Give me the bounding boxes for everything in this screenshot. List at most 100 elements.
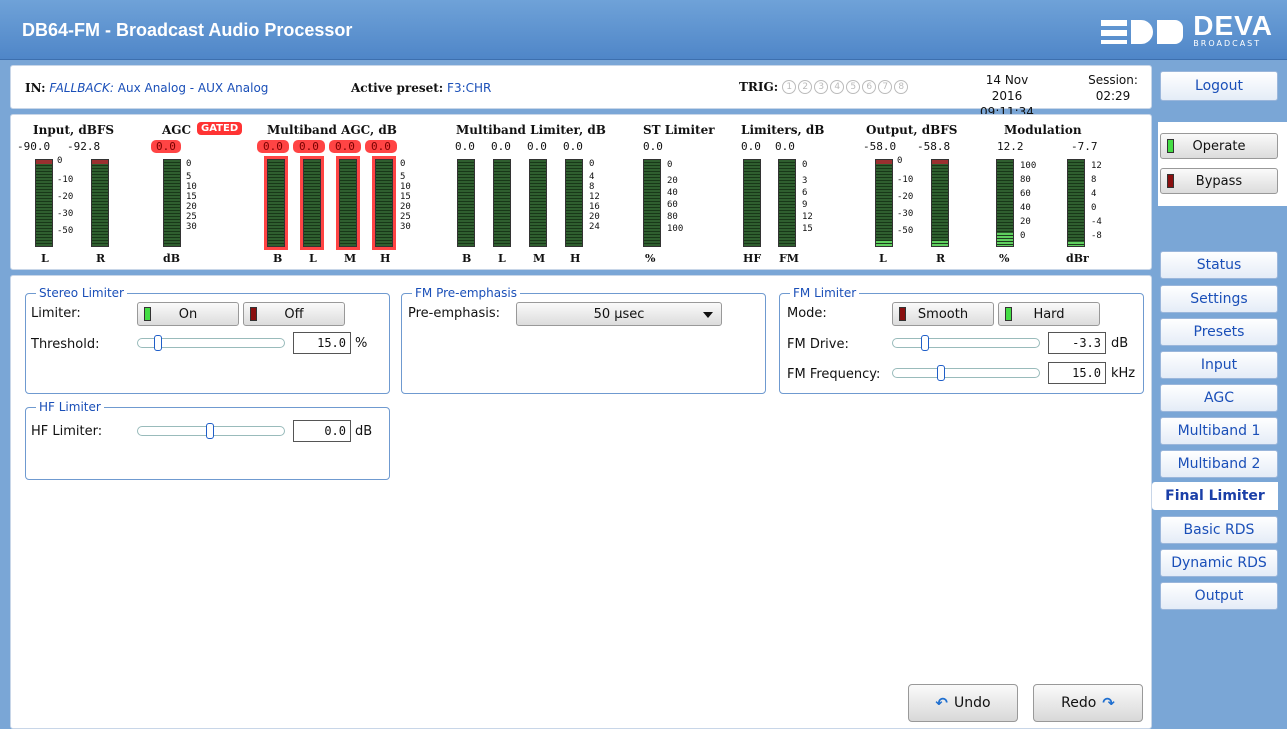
bypass-led-icon — [1167, 174, 1174, 188]
preset-label: Active preset: — [351, 81, 444, 95]
undo-button[interactable]: ↶ Undo — [908, 684, 1018, 722]
undo-icon: ↶ — [935, 694, 948, 712]
nav-settings[interactable]: Settings — [1160, 285, 1278, 313]
input-l-label: L — [41, 252, 49, 265]
operate-led-icon — [1167, 139, 1174, 153]
output-r-meter — [931, 159, 949, 247]
fm-limiter-legend: FM Limiter — [793, 286, 857, 300]
on-label: On — [178, 306, 198, 322]
input-l-value: -90.0 — [17, 140, 51, 153]
mb-lim-value: 0.0 — [563, 140, 583, 153]
input-r-label: R — [96, 252, 106, 265]
fm-frequency-slider[interactable] — [892, 365, 1040, 381]
trigger-indicators: TRIG: 1 2 3 4 5 6 7 8 — [739, 80, 909, 94]
fm-drive-slider-thumb[interactable] — [921, 335, 929, 351]
session: Session: 02:29 — [1083, 72, 1143, 104]
trig-indicator: 4 — [830, 80, 845, 94]
status-bar: IN: FALLBACK: Aux Analog - AUX Analog Ac… — [10, 65, 1152, 119]
nav-output[interactable]: Output — [1160, 582, 1278, 610]
fm-drive-slider[interactable] — [892, 335, 1040, 351]
app-header: DB64-FM - Broadcast Audio Processor DEVA… — [0, 0, 1287, 60]
mb-agc-meter-b — [267, 159, 285, 247]
st-limiter-title: ST Limiter — [643, 123, 715, 137]
limiter-label: Limiter: — [31, 306, 81, 321]
gated-badge: GATED — [197, 122, 243, 135]
trig-indicator: 8 — [894, 80, 909, 94]
output-l-value: -58.0 — [863, 140, 897, 153]
datetime: 14 Nov 2016 09:11:34 — [971, 72, 1043, 120]
hf-limiter-slider[interactable] — [137, 423, 285, 439]
hard-label: Hard — [1033, 306, 1065, 322]
nav-status[interactable]: Status — [1160, 251, 1278, 279]
bypass-label: Bypass — [1195, 173, 1243, 189]
nav-multiband-2[interactable]: Multiband 2 — [1160, 450, 1278, 478]
agc-meter — [163, 159, 181, 247]
modulation-dbr-scale: 12 8 4 0 -4 -8 — [1091, 161, 1102, 241]
st-limiter-unit: % — [645, 252, 656, 265]
logo-subtitle: BROADCAST — [1193, 38, 1262, 48]
mb-limiter-title: Multiband Limiter, dB — [456, 123, 606, 137]
redo-label: Redo — [1061, 695, 1097, 711]
fm-drive-label: FM Drive: — [787, 337, 849, 352]
limiter-off-button[interactable]: Off — [243, 302, 345, 326]
nav-input[interactable]: Input — [1160, 351, 1278, 379]
smooth-mode-button[interactable]: Smooth — [892, 302, 994, 326]
limiter-on-button[interactable]: On — [137, 302, 239, 326]
operate-button[interactable]: Operate — [1160, 133, 1278, 159]
fm-frequency-slider-thumb[interactable] — [937, 365, 945, 381]
modulation-dbr-label: dBr — [1066, 252, 1089, 265]
trig-indicator: 3 — [814, 80, 829, 94]
threshold-input[interactable]: 15.0 — [293, 332, 351, 354]
hf-limiter-input[interactable]: 0.0 — [293, 420, 351, 442]
nav-multiband-1[interactable]: Multiband 1 — [1160, 417, 1278, 445]
nav-basic-rds[interactable]: Basic RDS — [1160, 516, 1278, 544]
threshold-slider[interactable] — [137, 335, 285, 351]
trig-indicator: 7 — [878, 80, 893, 94]
bypass-button[interactable]: Bypass — [1160, 168, 1278, 194]
preemphasis-select[interactable]: 50 µsec — [516, 302, 722, 326]
fm-frequency-input[interactable]: 15.0 — [1048, 362, 1106, 384]
hf-limiter-meter — [743, 159, 761, 247]
input-r-meter — [91, 159, 109, 247]
input-r-value: -92.8 — [67, 140, 101, 153]
hard-mode-button[interactable]: Hard — [998, 302, 1100, 326]
threshold-label: Threshold: — [31, 337, 100, 352]
preset-value: F3:CHR — [447, 81, 492, 95]
trig-indicator: 5 — [846, 80, 861, 94]
nav-agc[interactable]: AGC — [1160, 384, 1278, 412]
limiters-fm-label: FM — [779, 252, 799, 265]
mb-lim-band-label: B — [462, 252, 472, 265]
nav-presets[interactable]: Presets — [1160, 318, 1278, 346]
off-label: Off — [284, 306, 304, 322]
agc-unit-label: dB — [163, 252, 180, 265]
mb-agc-meter-h — [375, 159, 393, 247]
logout-button[interactable]: Logout — [1160, 71, 1278, 101]
threshold-slider-thumb[interactable] — [154, 335, 162, 351]
chevron-down-icon — [703, 312, 713, 318]
hf-limiter-legend: HF Limiter — [39, 400, 101, 414]
fallback-label: FALLBACK: — [49, 81, 114, 95]
modulation-title: Modulation — [1004, 123, 1082, 137]
fm-drive-input[interactable]: -3.3 — [1048, 332, 1106, 354]
output-r-label: R — [936, 252, 946, 265]
mb-agc-meter-l — [303, 159, 321, 247]
mb-lim-value: 0.0 — [455, 140, 475, 153]
fm-drive-unit: dB — [1111, 336, 1129, 351]
led-hard-icon — [1005, 307, 1012, 321]
final-limiter-panel: Stereo Limiter Limiter: On Off Threshold… — [10, 275, 1152, 729]
mb-lim-value: 0.0 — [491, 140, 511, 153]
mb-lim-meter-b — [457, 159, 475, 247]
mb-lim-scale: 0 4 8 12 16 20 24 — [589, 159, 600, 232]
nav-final-limiter[interactable]: Final Limiter — [1152, 482, 1278, 510]
hf-limiter-unit: dB — [355, 424, 373, 439]
output-scale: 0 -10 -20 -30 -50 — [897, 156, 914, 236]
redo-button[interactable]: Redo ↷ — [1033, 684, 1143, 722]
threshold-unit: % — [355, 336, 368, 351]
modulation-pct-value: 12.2 — [997, 140, 1024, 153]
limiters-value: 0.0 — [741, 140, 761, 153]
nav-dynamic-rds[interactable]: Dynamic RDS — [1160, 549, 1278, 577]
trig-indicator: 2 — [798, 80, 813, 94]
trig-indicator: 6 — [862, 80, 877, 94]
hf-limiter-slider-thumb[interactable] — [206, 423, 214, 439]
app-title: DB64-FM - Broadcast Audio Processor — [22, 20, 353, 40]
